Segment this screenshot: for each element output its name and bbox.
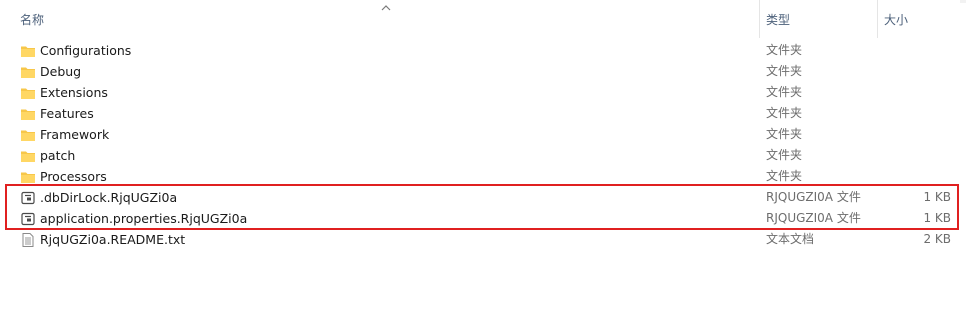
sort-ascending-icon: [381, 5, 391, 11]
header-edge: [960, 0, 966, 3]
column-header-bar: 名称 类型 大小: [0, 0, 966, 38]
file-type: 文件夹: [766, 85, 803, 99]
folder-icon: [21, 172, 35, 183]
file-type: 文本文档: [766, 232, 815, 246]
folder-icon: [21, 109, 35, 120]
file-name: Extensions: [40, 85, 108, 100]
file-name: Configurations: [40, 43, 132, 58]
list-item[interactable]: Configurations 文件夹: [0, 40, 966, 61]
folder-icon: [21, 46, 35, 57]
file-type: RJQUGZI0A 文件: [766, 190, 861, 204]
list-item[interactable]: Features 文件夹: [0, 103, 966, 124]
text-file-icon: [22, 233, 34, 247]
file-size: 1 KB: [923, 211, 951, 225]
list-item[interactable]: patch 文件夹: [0, 145, 966, 166]
file-name: Framework: [40, 127, 110, 142]
folder-icon: [21, 88, 35, 99]
folder-icon: [21, 151, 35, 162]
column-header-name[interactable]: 名称: [0, 0, 760, 38]
file-type: 文件夹: [766, 43, 803, 57]
file-type: 文件夹: [766, 148, 803, 162]
list-item[interactable]: Debug 文件夹: [0, 61, 966, 82]
file-type: 文件夹: [766, 64, 803, 78]
list-item[interactable]: Framework 文件夹: [0, 124, 966, 145]
folder-icon: [21, 67, 35, 78]
file-size: 2 KB: [923, 232, 951, 246]
file-list: Configurations 文件夹 Debug 文件夹 Extensions …: [0, 40, 966, 250]
list-item[interactable]: Extensions 文件夹: [0, 82, 966, 103]
list-item[interactable]: .dbDirLock.RjqUGZi0a RJQUGZI0A 文件 1 KB: [0, 187, 966, 208]
file-type: RJQUGZI0A 文件: [766, 211, 861, 225]
generic-file-icon: [21, 212, 35, 226]
column-header-type[interactable]: 类型: [760, 0, 878, 38]
list-item[interactable]: Processors 文件夹: [0, 166, 966, 187]
column-header-size[interactable]: 大小: [878, 0, 966, 38]
list-item[interactable]: application.properties.RjqUGZi0a RJQUGZI…: [0, 208, 966, 229]
file-type: 文件夹: [766, 127, 803, 141]
file-type: 文件夹: [766, 169, 803, 183]
file-type: 文件夹: [766, 106, 803, 120]
generic-file-icon: [21, 191, 35, 205]
file-name: patch: [40, 148, 76, 163]
file-size: 1 KB: [923, 190, 951, 204]
file-explorer-window: 名称 类型 大小 Configurations 文件夹 Debug 文件夹 Ex…: [0, 0, 966, 316]
file-name: .dbDirLock.RjqUGZi0a: [40, 190, 178, 205]
file-name: Debug: [40, 64, 82, 79]
file-name: RjqUGZi0a.README.txt: [40, 232, 186, 247]
file-name: Features: [40, 106, 94, 121]
file-name: application.properties.RjqUGZi0a: [40, 211, 248, 226]
file-name: Processors: [40, 169, 107, 184]
folder-icon: [21, 130, 35, 141]
list-item[interactable]: RjqUGZi0a.README.txt 文本文档 2 KB: [0, 229, 966, 250]
